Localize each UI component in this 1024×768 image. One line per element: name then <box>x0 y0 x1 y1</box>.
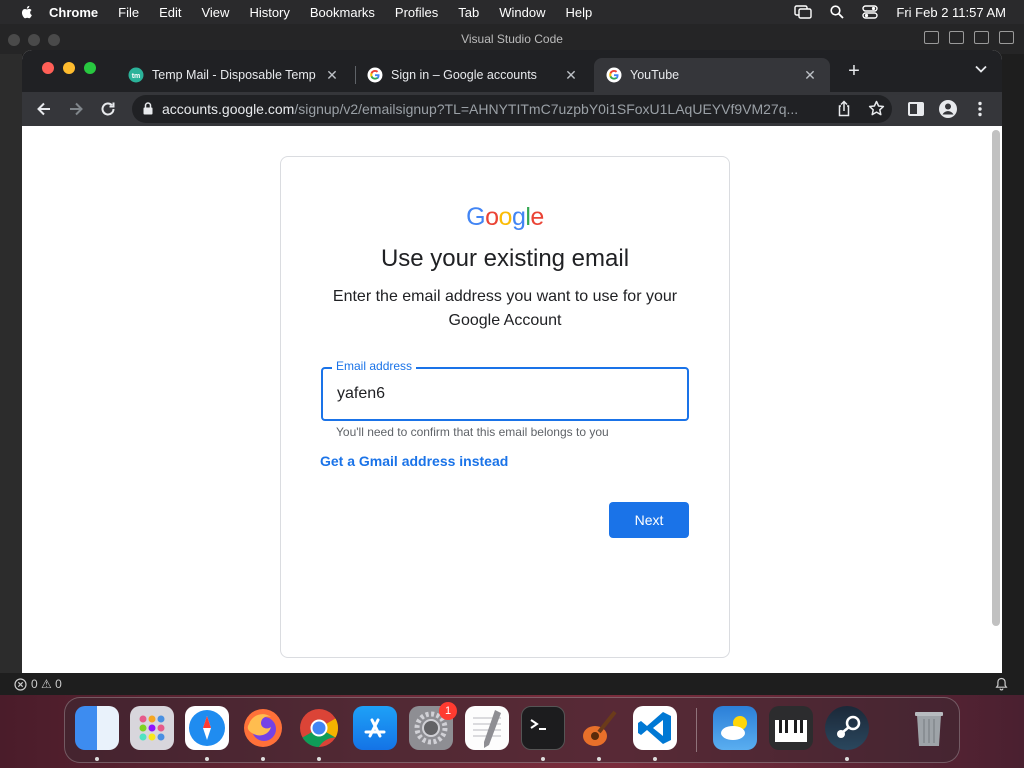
more-options-icon[interactable] <box>970 99 990 119</box>
chrome-icon[interactable] <box>297 706 341 750</box>
close-tab-icon[interactable]: ✕ <box>802 67 818 84</box>
page-subtitle: Enter the email address you want to use … <box>332 288 678 329</box>
trash-icon[interactable] <box>907 706 951 750</box>
running-indicator <box>653 757 657 761</box>
email-input[interactable] <box>337 383 667 405</box>
firefox-icon[interactable] <box>241 706 285 750</box>
menu-edit[interactable]: Edit <box>159 5 181 20</box>
tab-temp-mail[interactable]: tm Temp Mail - Disposable Tempo ✕ <box>116 58 352 92</box>
close-tab-icon[interactable]: ✕ <box>324 67 340 84</box>
menu-history[interactable]: History <box>249 5 289 20</box>
get-gmail-address-link[interactable]: Get a Gmail address instead <box>320 453 508 469</box>
spotlight-search-icon[interactable] <box>830 5 845 19</box>
weather-icon[interactable] <box>713 706 757 750</box>
close-tab-icon[interactable]: ✕ <box>563 67 579 84</box>
tab-strip: tm Temp Mail - Disposable Tempo ✕ Sign i… <box>22 50 1002 92</box>
minimize-window-button[interactable] <box>63 62 75 74</box>
vscode-icon[interactable] <box>633 706 677 750</box>
email-field[interactable]: Email address <box>321 359 689 421</box>
tempmail-favicon: tm <box>128 67 144 83</box>
app-store-icon[interactable] <box>353 706 397 750</box>
page-viewport: Google Use your existing email Enter the… <box>22 126 1002 673</box>
menu-view[interactable]: View <box>201 5 229 20</box>
vscode-layout-controls[interactable] <box>924 31 1014 44</box>
share-icon[interactable] <box>836 100 852 117</box>
svg-text:tm: tm <box>132 73 141 80</box>
vscode-activity-bar <box>0 54 22 674</box>
google-favicon <box>606 67 622 83</box>
chrome-window: tm Temp Mail - Disposable Tempo ✕ Sign i… <box>22 50 1002 673</box>
email-field-label: Email address <box>332 359 417 373</box>
google-logo: Google <box>281 203 729 232</box>
email-hint: You'll need to confirm that this email b… <box>336 425 609 439</box>
notifications-bell-icon[interactable] <box>995 677 1008 691</box>
menu-tab[interactable]: Tab <box>458 5 479 20</box>
dock-separator <box>696 708 697 752</box>
logo-letter: G <box>466 203 486 231</box>
google-favicon <box>367 67 383 83</box>
vscode-window-title: Visual Studio Code <box>461 32 563 46</box>
logo-letter: e <box>530 203 544 231</box>
page-title: Use your existing email <box>380 245 630 272</box>
steam-icon[interactable] <box>825 706 869 750</box>
tab-label: Temp Mail - Disposable Tempo <box>152 68 316 82</box>
vscode-status-bar: 0 ⚠ 0 <box>0 673 1024 695</box>
side-panel-icon[interactable] <box>906 99 926 119</box>
notification-badge: 1 <box>439 702 457 720</box>
address-domain: accounts.google.com <box>162 101 295 117</box>
tab-label: YouTube <box>630 68 680 82</box>
signup-card: Google Use your existing email Enter the… <box>280 156 730 658</box>
error-icon[interactable] <box>14 677 27 691</box>
screen-mirroring-icon[interactable] <box>794 5 813 19</box>
running-indicator <box>317 757 321 761</box>
running-indicator <box>845 757 849 761</box>
logo-letter: g <box>511 203 526 231</box>
control-center-icon[interactable] <box>862 5 879 19</box>
address-path: /signup/v2/emailsignup?TL=AHNYTITmC7uzpb… <box>294 101 799 117</box>
macos-menu-bar: Chrome File Edit View History Bookmarks … <box>0 0 1024 24</box>
page-scrollbar[interactable] <box>992 130 1000 626</box>
new-tab-plus-icon[interactable]: + <box>844 61 864 81</box>
lock-icon[interactable] <box>142 101 154 116</box>
browser-toolbar: accounts.google.com/signup/v2/emailsignu… <box>22 92 1002 126</box>
tab-youtube[interactable]: YouTube ✕ <box>594 58 830 92</box>
running-indicator <box>597 757 601 761</box>
address-bar[interactable]: accounts.google.com/signup/v2/emailsignu… <box>132 95 892 123</box>
next-button[interactable]: Next <box>609 502 689 538</box>
running-indicator <box>95 757 99 761</box>
logo-letter: o <box>498 203 513 231</box>
piano-icon[interactable] <box>769 706 813 750</box>
menu-clock[interactable]: Fri Feb 2 11:57 AM <box>896 5 1006 20</box>
running-indicator <box>541 757 545 761</box>
zoom-window-button[interactable] <box>84 62 96 74</box>
menu-file[interactable]: File <box>118 5 139 20</box>
forward-arrow-icon[interactable] <box>66 99 86 119</box>
close-window-button[interactable] <box>42 62 54 74</box>
chrome-window-controls <box>42 62 96 74</box>
finder-icon[interactable] <box>75 706 119 750</box>
problems-count[interactable]: 0 ⚠ 0 <box>31 677 62 691</box>
tab-search-chevron-down-icon[interactable] <box>974 64 988 74</box>
textedit-icon[interactable] <box>465 706 509 750</box>
menu-bookmarks[interactable]: Bookmarks <box>310 5 375 20</box>
bookmark-star-icon[interactable] <box>868 100 885 117</box>
menu-window[interactable]: Window <box>499 5 545 20</box>
tab-label: Sign in – Google accounts <box>391 68 537 82</box>
menu-help[interactable]: Help <box>566 5 593 20</box>
dock: 1 <box>64 697 960 763</box>
back-arrow-icon[interactable] <box>34 99 54 119</box>
apple-menu-icon[interactable] <box>19 4 35 20</box>
garageband-icon[interactable] <box>577 706 621 750</box>
reload-icon[interactable] <box>98 99 118 119</box>
profile-avatar-icon[interactable] <box>938 99 958 119</box>
logo-letter: o <box>485 203 499 231</box>
launchpad-icon[interactable] <box>130 706 174 750</box>
tab-google-sign-in[interactable]: Sign in – Google accounts ✕ <box>355 58 591 92</box>
running-indicator <box>261 757 265 761</box>
menu-app-name[interactable]: Chrome <box>49 5 98 20</box>
terminal-icon[interactable] <box>521 706 565 750</box>
safari-icon[interactable] <box>185 706 229 750</box>
menu-profiles[interactable]: Profiles <box>395 5 438 20</box>
running-indicator <box>205 757 209 761</box>
